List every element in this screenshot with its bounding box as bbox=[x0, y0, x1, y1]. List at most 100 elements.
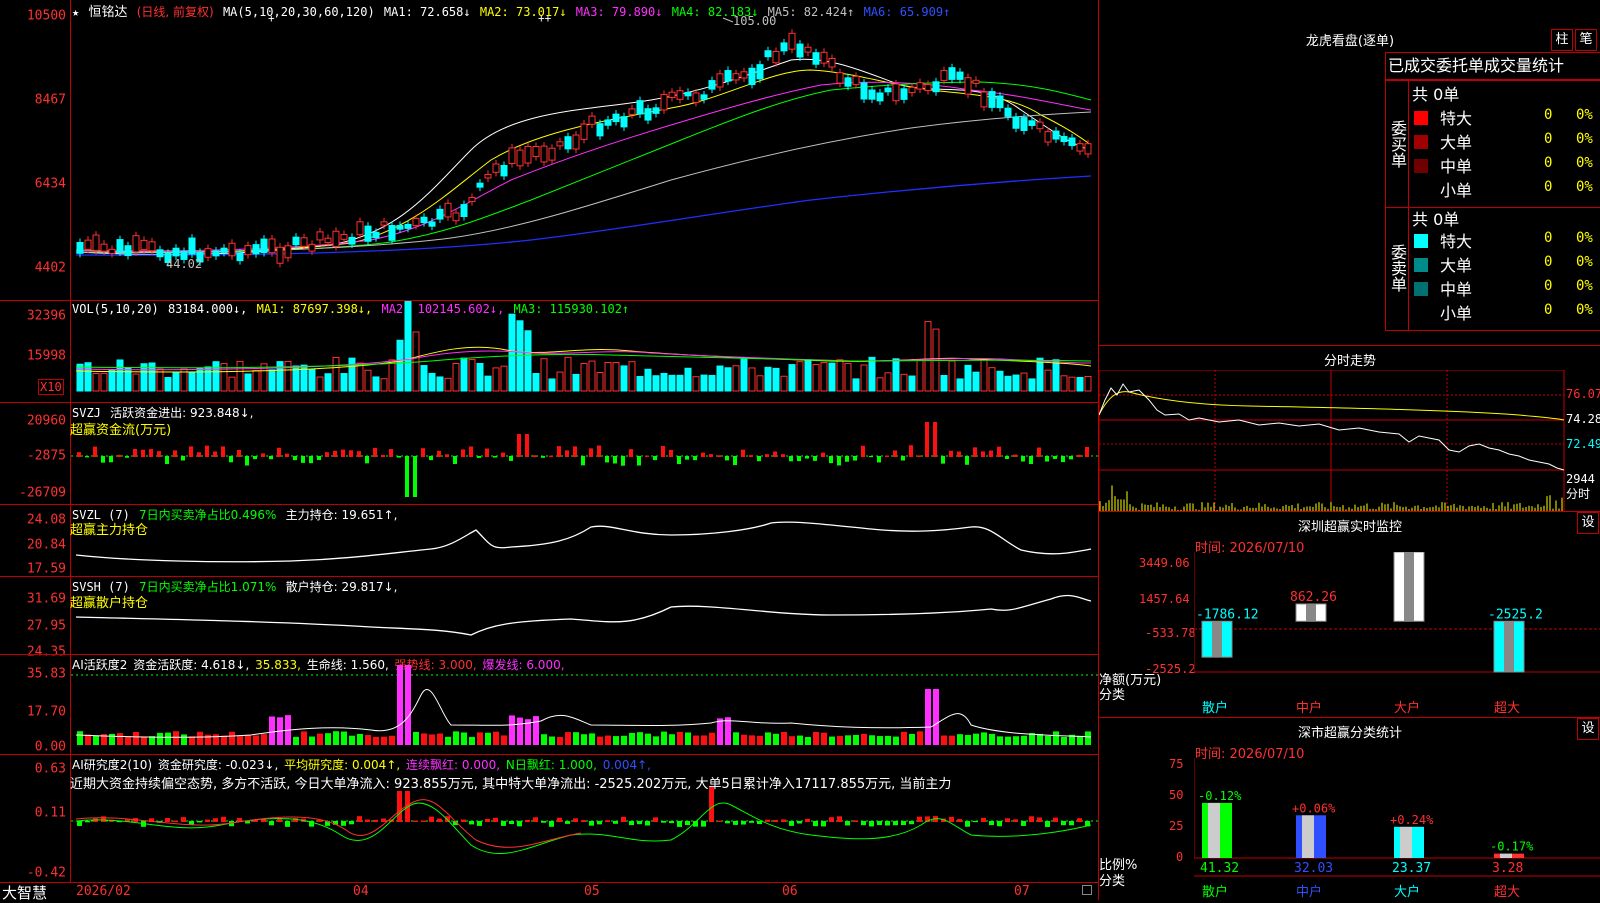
fund-flow-bar bbox=[701, 452, 705, 457]
activity-bar bbox=[781, 732, 787, 745]
fund-flow-bar bbox=[525, 434, 529, 457]
volume-bar bbox=[748, 367, 756, 392]
volume-bar bbox=[852, 378, 860, 392]
candle-body bbox=[364, 225, 372, 242]
fund-flow-bar bbox=[573, 446, 577, 457]
ai-research-axis: 0.63 0.11 -0.42 bbox=[0, 755, 71, 883]
activity-bar bbox=[197, 731, 203, 745]
activity-bar bbox=[1045, 735, 1051, 745]
svzl-tick: 24.08 bbox=[26, 512, 66, 528]
research-bar bbox=[781, 819, 786, 822]
order-size-label: 中单 bbox=[1440, 280, 1473, 299]
candle-body bbox=[308, 243, 316, 252]
ai-research-tick: 0.63 bbox=[34, 761, 66, 777]
svzj-tick: -2875 bbox=[26, 448, 66, 464]
research-bar bbox=[277, 818, 282, 822]
activity-bar bbox=[541, 734, 547, 745]
lock-icon[interactable] bbox=[1082, 885, 1092, 895]
svzl-panel[interactable]: 24.08 20.84 17.59 SVZL (7) 7日内买卖净占比0.496… bbox=[0, 504, 1098, 577]
volume-bar bbox=[116, 359, 124, 392]
monitor-category: 散户 bbox=[1202, 700, 1228, 716]
activity-bar bbox=[605, 735, 611, 745]
fund-flow-bar bbox=[397, 456, 401, 458]
volume-bar bbox=[436, 376, 444, 392]
research-bar bbox=[493, 817, 498, 822]
volume-bar bbox=[1076, 376, 1084, 392]
tick-mode-button[interactable]: 笔 bbox=[1575, 29, 1597, 51]
candle-body bbox=[156, 249, 164, 258]
volume-bar bbox=[860, 364, 868, 392]
fund-flow-bar bbox=[821, 452, 825, 457]
research-bar bbox=[357, 816, 362, 822]
activity-bar bbox=[381, 736, 387, 745]
monitor-panel[interactable]: 深圳超赢实时监控 设 时间: 2026/07/10 3449.06 1457.6… bbox=[1099, 511, 1600, 718]
date-axis: 大智慧 2026/02 04 05 06 07 bbox=[0, 882, 1098, 902]
fund-flow-bar bbox=[869, 456, 873, 458]
fund-flow-bar bbox=[853, 456, 857, 461]
svsh-panel[interactable]: 31.69 27.95 24.35 SVSH (7) 7日内买卖净占比1.071… bbox=[0, 576, 1098, 660]
fund-flow-bar bbox=[445, 454, 449, 457]
volume-bar bbox=[1060, 375, 1068, 392]
lhb-title: 龙虎看盘(逐单) bbox=[1305, 34, 1395, 49]
candle-body bbox=[284, 245, 292, 259]
volume-bar bbox=[612, 362, 620, 392]
ai-research-panel[interactable]: 0.63 0.11 -0.42 AI研究度2(10) 资金研究度: -0.023… bbox=[0, 754, 1098, 883]
volume-bar bbox=[348, 357, 356, 392]
research-bar bbox=[845, 821, 850, 826]
classify-settings-button[interactable]: 设 bbox=[1577, 718, 1599, 740]
bar-mode-button[interactable]: 柱 bbox=[1551, 29, 1573, 51]
volume-bar bbox=[148, 362, 156, 392]
research-bar bbox=[869, 821, 874, 827]
research-bar bbox=[501, 821, 506, 826]
volume-bar bbox=[828, 362, 836, 392]
volume-bar bbox=[468, 359, 476, 392]
monitor-title: 深圳超赢实时监控 bbox=[1297, 520, 1402, 535]
activity-bar bbox=[1037, 733, 1043, 745]
fund-flow-bar bbox=[549, 455, 553, 457]
activity-bar bbox=[77, 731, 83, 745]
fund-flow-bar bbox=[1061, 456, 1065, 463]
research-bar bbox=[557, 817, 562, 822]
candle-body bbox=[692, 92, 700, 103]
classify-value: 32.03 bbox=[1294, 861, 1333, 876]
candle-body bbox=[1068, 137, 1076, 147]
fund-flow-bar bbox=[477, 456, 481, 458]
ai-activity-panel[interactable]: 35.83 17.70 0.00 AI活跃度2 资金活跃度: 4.618↓, 3… bbox=[0, 654, 1098, 755]
intraday-panel[interactable]: 分时走势 76.07 74.28 72.49 2944 分时 bbox=[1099, 345, 1600, 512]
fund-flow-bar bbox=[101, 456, 105, 463]
fund-flow-bar bbox=[301, 456, 305, 463]
svzj-chart bbox=[71, 422, 1098, 497]
classify-panel[interactable]: 深市超赢分类统计 设 时间: 2026/07/10 75 50 25 0 比例%… bbox=[1099, 717, 1600, 901]
volume-panel[interactable]: 32396 15998 X10 VOL(5,10,20) 83184.000↓,… bbox=[0, 300, 1098, 403]
classify-change: +0.24% bbox=[1390, 813, 1434, 827]
activity-bar bbox=[741, 734, 747, 745]
research-bar bbox=[717, 820, 722, 822]
svzj-panel[interactable]: 20960 -2875 -26709 SVZJ 活跃资金进出: 923.848↓… bbox=[0, 402, 1098, 505]
order-stats-tab[interactable]: 已成交委托单成交量统计 bbox=[1385, 52, 1600, 80]
candle-body bbox=[260, 238, 268, 254]
research-bar bbox=[101, 816, 106, 822]
order-size-label: 大单 bbox=[1440, 256, 1473, 275]
activity-bar bbox=[837, 735, 843, 745]
activity-bar bbox=[981, 732, 987, 745]
candlestick-chart[interactable]: 44.02 105.00 bbox=[71, 0, 1098, 300]
research-bar bbox=[525, 819, 530, 822]
candle-body bbox=[436, 208, 444, 220]
fund-flow-bar bbox=[1013, 454, 1017, 457]
monitor-tick: 3449.06 bbox=[1139, 556, 1190, 570]
candle-body bbox=[980, 91, 988, 108]
activity-bar bbox=[349, 735, 355, 745]
volume-bar bbox=[732, 365, 740, 392]
price-panel[interactable]: 10500 8467 6434 4402 ★ 恒铭达 (日线, 前复权) MA(… bbox=[0, 0, 1098, 300]
activity-bar bbox=[653, 736, 659, 745]
order-color-swatch bbox=[1414, 135, 1428, 149]
volume-bar bbox=[1028, 378, 1036, 392]
activity-bar bbox=[933, 689, 939, 745]
fund-flow-bar bbox=[189, 446, 193, 457]
order-size-label: 特大 bbox=[1440, 232, 1473, 251]
activity-bar bbox=[965, 735, 971, 745]
volume-bars-chart bbox=[75, 301, 1092, 392]
monitor-settings-button[interactable]: 设 bbox=[1577, 512, 1599, 534]
price-axis: 10500 8467 6434 4402 bbox=[0, 0, 71, 300]
volume-bar bbox=[676, 374, 684, 392]
